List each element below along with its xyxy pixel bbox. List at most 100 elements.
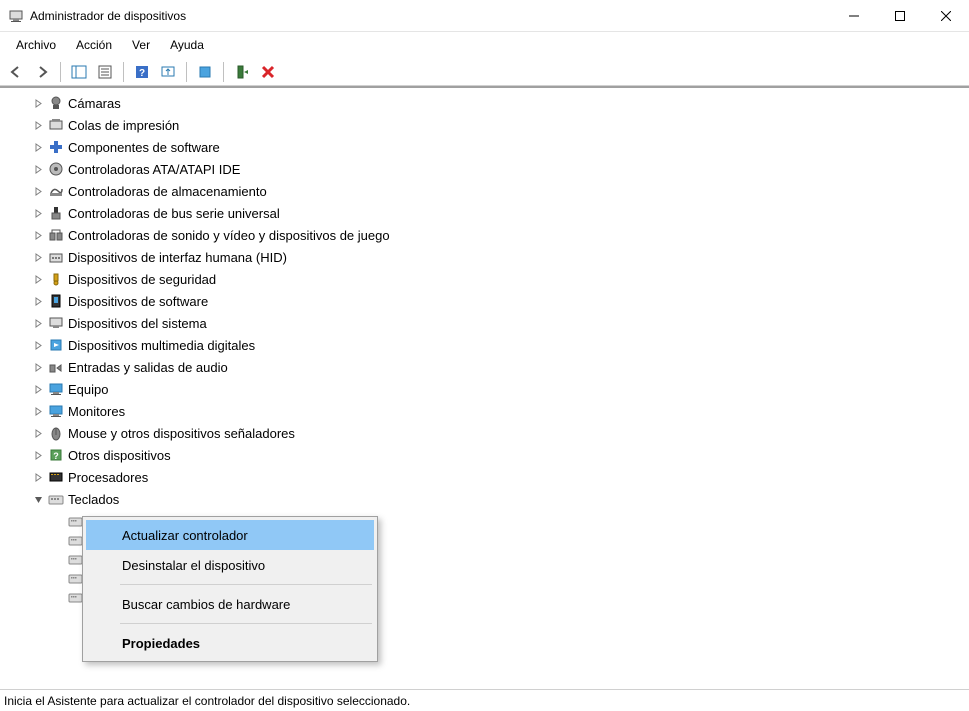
expand-icon[interactable] [30, 271, 46, 287]
tree-label: Colas de impresión [68, 118, 179, 133]
tree-node[interactable]: Cámaras [0, 92, 969, 114]
tree-node[interactable]: Componentes de software [0, 136, 969, 158]
expand-icon[interactable] [30, 447, 46, 463]
tree-label: Dispositivos del sistema [68, 316, 207, 331]
expand-icon[interactable] [30, 381, 46, 397]
back-button[interactable] [4, 60, 28, 84]
category-icon [48, 205, 64, 221]
status-text: Inicia el Asistente para actualizar el c… [4, 694, 410, 708]
tree-node[interactable]: Dispositivos de software [0, 290, 969, 312]
window-title: Administrador de dispositivos [30, 9, 831, 23]
keyboard-device-icon[interactable] [68, 590, 83, 605]
menu-ayuda[interactable]: Ayuda [160, 34, 214, 56]
tree-label: Dispositivos de software [68, 294, 208, 309]
category-icon [48, 227, 64, 243]
tree-label: Teclados [68, 492, 119, 507]
category-icon [48, 315, 64, 331]
tree-node[interactable]: Controladoras de sonido y vídeo y dispos… [0, 224, 969, 246]
svg-text:?: ? [139, 68, 145, 79]
category-icon [48, 117, 64, 133]
expand-icon[interactable] [30, 227, 46, 243]
category-icon [48, 425, 64, 441]
keyboard-device-icon[interactable] [68, 533, 83, 548]
tree-node[interactable]: Teclados [0, 488, 969, 510]
statusbar: Inicia el Asistente para actualizar el c… [0, 689, 969, 711]
keyboard-device-icon[interactable] [68, 571, 83, 586]
toolbar: ? [0, 58, 969, 86]
close-button[interactable] [923, 0, 969, 31]
menu-accion[interactable]: Acción [66, 34, 122, 56]
category-icon [48, 293, 64, 309]
tree-node[interactable]: Controladoras de almacenamiento [0, 180, 969, 202]
tree-node[interactable]: Dispositivos multimedia digitales [0, 334, 969, 356]
expand-icon[interactable] [30, 139, 46, 155]
menu-archivo[interactable]: Archivo [6, 34, 66, 56]
category-icon [48, 95, 64, 111]
tree-label: Equipo [68, 382, 108, 397]
expand-icon[interactable] [30, 425, 46, 441]
ctx-uninstall-device[interactable]: Desinstalar el dispositivo [86, 550, 374, 580]
ctx-properties[interactable]: Propiedades [86, 628, 374, 658]
show-hide-console-button[interactable] [67, 60, 91, 84]
maximize-button[interactable] [877, 0, 923, 31]
category-icon [48, 337, 64, 353]
tree-node[interactable]: Monitores [0, 400, 969, 422]
app-icon [8, 8, 24, 24]
update-driver-button[interactable] [193, 60, 217, 84]
category-icon [48, 271, 64, 287]
scan-hardware-button[interactable] [156, 60, 180, 84]
category-icon [48, 183, 64, 199]
context-menu: Actualizar controlador Desinstalar el di… [82, 516, 378, 662]
menu-ver[interactable]: Ver [122, 34, 160, 56]
ctx-scan-hardware[interactable]: Buscar cambios de hardware [86, 589, 374, 619]
ctx-separator [120, 584, 372, 585]
tree-label: Dispositivos de seguridad [68, 272, 216, 287]
tree-node[interactable]: ?Otros dispositivos [0, 444, 969, 466]
tree-label: Monitores [68, 404, 125, 419]
ctx-separator [120, 623, 372, 624]
expand-icon[interactable] [30, 117, 46, 133]
toolbar-separator [186, 62, 187, 82]
category-icon [48, 403, 64, 419]
expand-icon[interactable] [30, 403, 46, 419]
tree-node[interactable]: Controladoras ATA/ATAPI IDE [0, 158, 969, 180]
expand-icon[interactable] [30, 359, 46, 375]
category-icon [48, 161, 64, 177]
expand-icon[interactable] [30, 249, 46, 265]
expand-icon[interactable] [30, 337, 46, 353]
tree-node[interactable]: Equipo [0, 378, 969, 400]
expand-icon[interactable] [30, 205, 46, 221]
ctx-update-driver[interactable]: Actualizar controlador [86, 520, 374, 550]
tree-label: Cámaras [68, 96, 121, 111]
collapse-icon[interactable] [30, 491, 46, 507]
tree-node[interactable]: Mouse y otros dispositivos señaladores [0, 422, 969, 444]
category-icon [48, 249, 64, 265]
tree-node[interactable]: Dispositivos de seguridad [0, 268, 969, 290]
category-icon: ? [48, 447, 64, 463]
tree-node[interactable]: Dispositivos del sistema [0, 312, 969, 334]
expand-icon[interactable] [30, 95, 46, 111]
tree-node[interactable]: Procesadores [0, 466, 969, 488]
expand-icon[interactable] [30, 315, 46, 331]
tree-node[interactable]: Entradas y salidas de audio [0, 356, 969, 378]
tree-label: Procesadores [68, 470, 148, 485]
minimize-button[interactable] [831, 0, 877, 31]
tree-node[interactable]: Colas de impresión [0, 114, 969, 136]
category-icon [48, 469, 64, 485]
expand-icon[interactable] [30, 293, 46, 309]
expand-icon[interactable] [30, 469, 46, 485]
tree-label: Controladoras ATA/ATAPI IDE [68, 162, 240, 177]
tree-label: Dispositivos de interfaz humana (HID) [68, 250, 287, 265]
forward-button[interactable] [30, 60, 54, 84]
uninstall-device-button[interactable] [256, 60, 280, 84]
tree-node[interactable]: Dispositivos de interfaz humana (HID) [0, 246, 969, 268]
tree-node[interactable]: Controladoras de bus serie universal [0, 202, 969, 224]
keyboard-device-icon[interactable] [68, 552, 83, 567]
tree-label: Entradas y salidas de audio [68, 360, 228, 375]
expand-icon[interactable] [30, 183, 46, 199]
properties-button[interactable] [93, 60, 117, 84]
keyboard-device-icon[interactable] [68, 514, 83, 529]
enable-device-button[interactable] [230, 60, 254, 84]
expand-icon[interactable] [30, 161, 46, 177]
help-button[interactable]: ? [130, 60, 154, 84]
